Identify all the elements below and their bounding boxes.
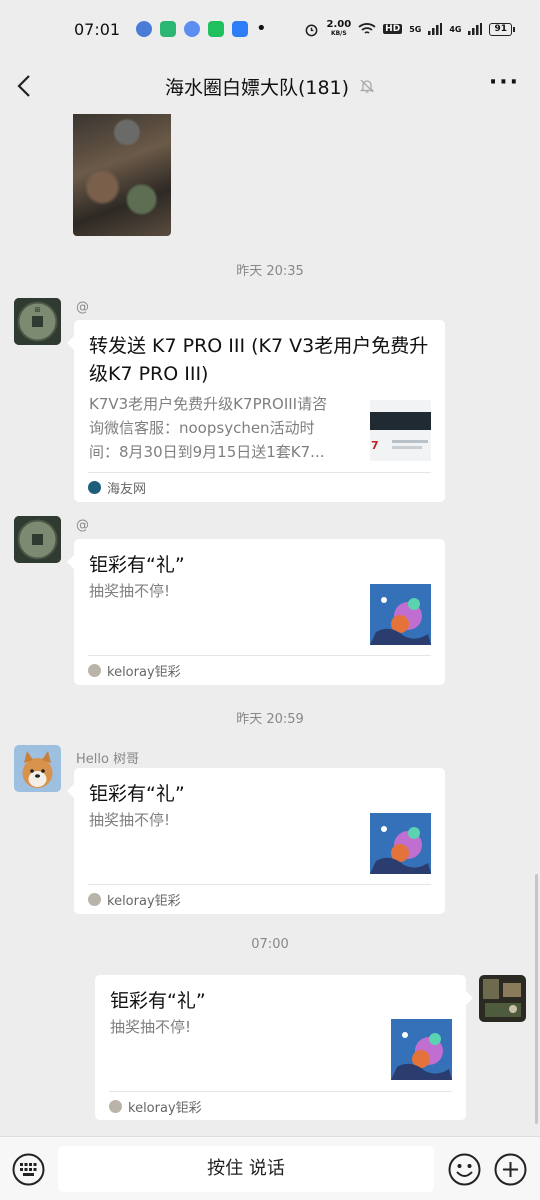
- svg-text:7: 7: [371, 439, 379, 452]
- alarm-icon: [306, 24, 318, 36]
- link-card-source: keloray钜彩: [88, 655, 431, 685]
- link-card-description: 抽奖抽不停!: [110, 1018, 192, 1036]
- app-notification-icon: [184, 21, 200, 37]
- network-speed-value: 2.00: [326, 19, 352, 30]
- link-card[interactable]: 钜彩有“礼” 抽奖抽不停! keloray钜彩: [67, 768, 445, 914]
- link-card-thumbnail: [370, 584, 431, 645]
- keloray-logo-icon: [109, 1100, 122, 1113]
- dog-avatar-icon: [14, 745, 61, 792]
- notification-icons: •: [136, 18, 267, 39]
- link-card-description: 抽奖抽不停!: [89, 811, 171, 829]
- time-separator: 昨天 20:59: [236, 712, 304, 727]
- chat-title: 海水圈白嫖大队(181): [164, 76, 350, 99]
- status-time: 07:01: [74, 19, 121, 39]
- status-bar: 07:01 • 2.00 KB/S HD 5G 4G 91: [0, 0, 540, 58]
- bell-off-icon: [359, 79, 375, 93]
- app-notification-icon: [232, 21, 248, 37]
- app-notification-icon: [136, 21, 152, 37]
- input-bar: 按住 说话: [0, 1136, 540, 1200]
- link-card-title: 钜彩有“礼”: [110, 990, 206, 1012]
- battery-icon: 91: [489, 22, 515, 36]
- back-arrow-icon[interactable]: [14, 72, 38, 100]
- signal-icon: [428, 23, 443, 35]
- app-notification-icon: [160, 21, 176, 37]
- link-card-title: 转发送 K7 PRO III (K7 V3老用户免费升级K7 PRO III): [89, 335, 429, 385]
- link-card-source: keloray钜彩: [88, 884, 431, 914]
- link-card-thumbnail: [391, 1019, 452, 1080]
- link-card-source-name: keloray钜彩: [107, 894, 181, 909]
- sender-name: @: [76, 300, 89, 315]
- keyboard-icon[interactable]: [12, 1153, 45, 1186]
- link-card-source: 海友网: [88, 472, 431, 502]
- status-indicators: 2.00 KB/S HD 5G 4G 91: [304, 20, 515, 38]
- more-notifications-dot: •: [256, 18, 267, 39]
- plus-icon[interactable]: [494, 1153, 527, 1186]
- signal-icon: [468, 23, 483, 35]
- network-4g-label: 4G: [449, 24, 462, 34]
- time-separator: 07:00: [251, 937, 289, 952]
- svg-text:⊞: ⊞: [35, 306, 41, 314]
- avatar[interactable]: [14, 745, 61, 792]
- network-speed-unit: KB/S: [330, 30, 347, 37]
- app-notification-icon: [208, 21, 224, 37]
- sender-name: Hello 树哥: [76, 752, 140, 767]
- link-card[interactable]: 转发送 K7 PRO III (K7 V3老用户免费升级K7 PRO III) …: [67, 320, 445, 502]
- link-card-title: 钜彩有“礼”: [89, 783, 185, 805]
- coin-avatar-icon: [14, 516, 61, 563]
- my-avatar[interactable]: [479, 975, 526, 1022]
- emoji-icon[interactable]: [448, 1153, 481, 1186]
- chat-header: 海水圈白嫖大队(181) ···: [0, 58, 540, 114]
- avatar[interactable]: [14, 516, 61, 563]
- scrollbar[interactable]: [535, 874, 538, 1124]
- wifi-icon: [358, 23, 376, 34]
- link-card-title: 钜彩有“礼”: [89, 554, 185, 576]
- keloray-logo-icon: [88, 664, 101, 677]
- link-card-description: 抽奖抽不停!: [89, 582, 171, 600]
- link-card-description: K7V3老用户免费升级K7PROIII请咨询微信客服：noopsychen活动时…: [89, 395, 328, 461]
- link-card-thumbnail: 7: [370, 400, 431, 461]
- haiyou-logo-icon: [88, 481, 101, 494]
- network-5g-label: 5G: [409, 24, 422, 34]
- network-speed: 2.00 KB/S: [326, 20, 351, 38]
- link-card-source-name: keloray钜彩: [128, 1101, 202, 1116]
- link-card[interactable]: 钜彩有“礼” 抽奖抽不停! keloray钜彩: [95, 975, 473, 1121]
- more-icon[interactable]: ···: [489, 72, 520, 94]
- link-card-source-name: 海友网: [107, 482, 147, 497]
- link-card-thumbnail: [370, 813, 431, 874]
- avatar[interactable]: ⊞: [14, 298, 61, 345]
- keloray-logo-icon: [88, 893, 101, 906]
- aquarium-avatar-icon: [479, 975, 526, 1022]
- coin-avatar-icon: ⊞: [14, 298, 61, 345]
- link-card-source-name: keloray钜彩: [107, 665, 181, 680]
- time-separator: 昨天 20:35: [236, 264, 304, 279]
- chat-title-group: 海水圈白嫖大队(181): [165, 73, 375, 100]
- link-card[interactable]: 钜彩有“礼” 抽奖抽不停! keloray钜彩: [67, 539, 445, 685]
- link-card-source: keloray钜彩: [109, 1091, 452, 1121]
- chat-message-list[interactable]: 昨天 20:35 ⊞ @ 转发送 K7 PRO III (K7 V3老用户免费升…: [0, 114, 540, 1136]
- sender-name: @: [76, 518, 89, 533]
- image-message[interactable]: [73, 114, 171, 236]
- hold-to-talk-button[interactable]: 按住 说话: [58, 1146, 434, 1192]
- hd-badge: HD: [383, 24, 403, 34]
